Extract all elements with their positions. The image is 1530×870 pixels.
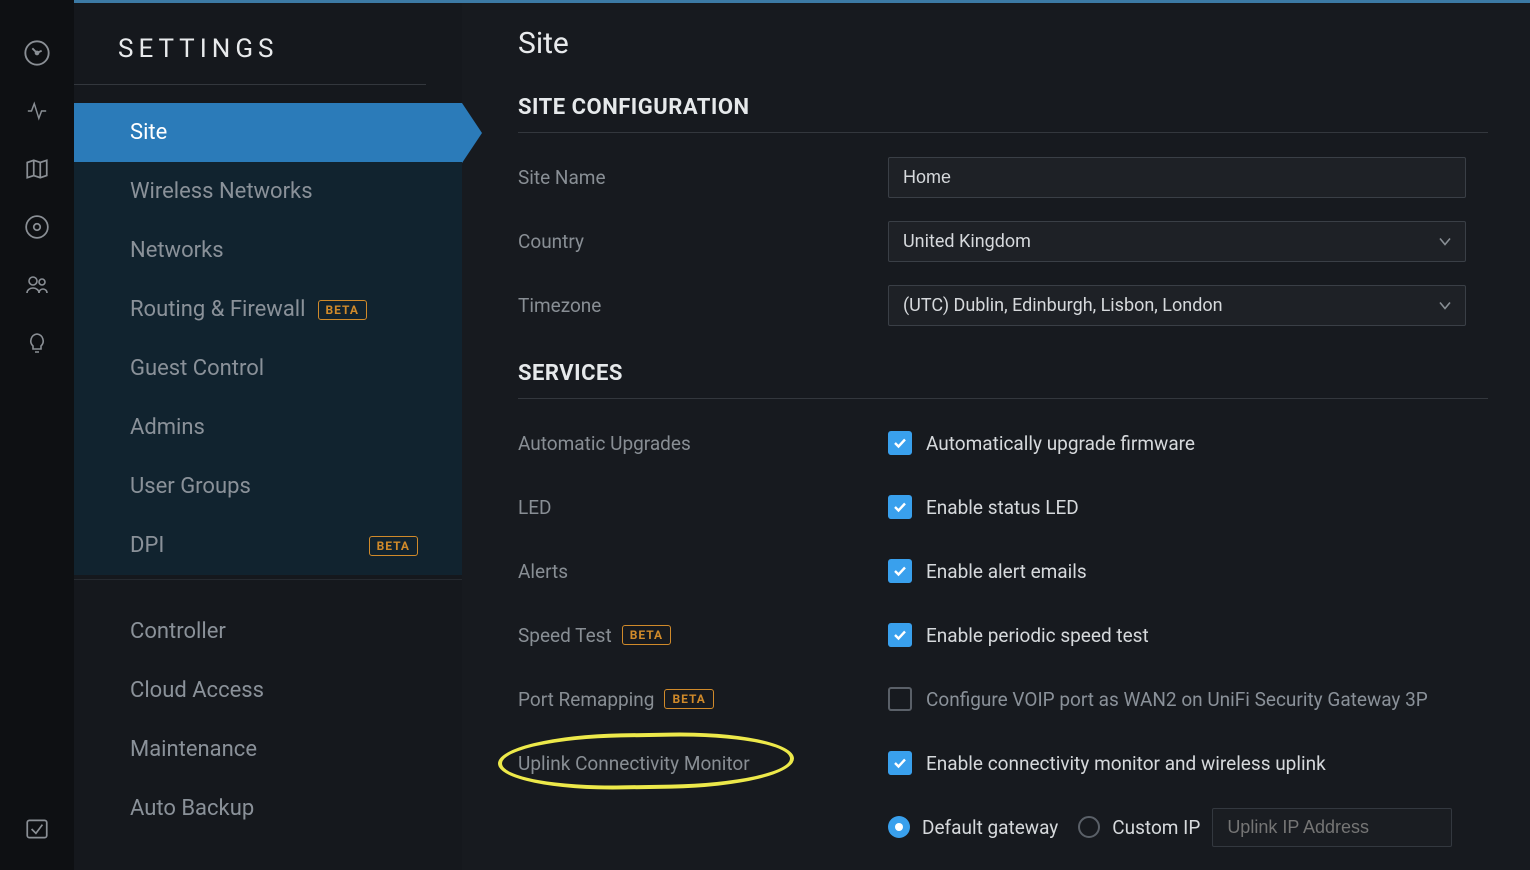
sidebar-item-wireless-networks[interactable]: Wireless Networks	[74, 162, 462, 221]
insights-icon[interactable]	[22, 328, 52, 358]
timezone-select[interactable]: (UTC) Dublin, Edinburgh, Lisbon, London	[888, 285, 1466, 326]
country-select[interactable]: United Kingdom	[888, 221, 1466, 262]
auto-upgrades-checkbox[interactable]	[888, 431, 912, 455]
label-site-name: Site Name	[518, 166, 888, 189]
alerts-label: Enable alert emails	[926, 560, 1087, 583]
sidebar-item-label: Site	[130, 120, 167, 145]
port-remapping-checkbox[interactable]	[888, 687, 912, 711]
activity-icon[interactable]	[22, 96, 52, 126]
led-checkbox[interactable]	[888, 495, 912, 519]
default-gateway-radio[interactable]	[888, 816, 910, 838]
sidebar-title: SETTINGS	[74, 34, 426, 85]
sidebar-item-dpi[interactable]: DPI BETA	[74, 516, 462, 575]
sidebar-item-label: Auto Backup	[130, 796, 254, 821]
speed-test-checkbox[interactable]	[888, 623, 912, 647]
auto-upgrades-label: Automatically upgrade firmware	[926, 432, 1195, 455]
sidebar-item-label: Routing & Firewall	[130, 297, 306, 322]
map-icon[interactable]	[22, 154, 52, 184]
beta-badge: BETA	[369, 536, 418, 556]
sidebar-item-admins[interactable]: Admins	[74, 398, 462, 457]
alerts-checkbox[interactable]	[888, 559, 912, 583]
beta-badge: BETA	[318, 300, 367, 320]
beta-badge: BETA	[622, 625, 671, 645]
port-remapping-label: Configure VOIP port as WAN2 on UniFi Sec…	[926, 688, 1428, 711]
main-content: Site SITE CONFIGURATION Site Name Countr…	[462, 0, 1530, 870]
section-title-services: SERVICES	[518, 361, 1488, 399]
sidebar-item-label: Controller	[130, 619, 226, 644]
nav-rail	[0, 0, 74, 870]
label-country: Country	[518, 230, 888, 253]
sidebar-item-label: Cloud Access	[130, 678, 264, 703]
sidebar-item-label: Guest Control	[130, 356, 264, 381]
site-name-input[interactable]	[888, 157, 1466, 198]
page-title: Site	[518, 26, 1488, 61]
sidebar-item-site[interactable]: Site	[74, 103, 462, 162]
custom-ip-radio[interactable]	[1078, 816, 1100, 838]
label-port-remapping: Port Remapping BETA	[518, 688, 888, 711]
devices-icon[interactable]	[22, 212, 52, 242]
speed-test-label: Enable periodic speed test	[926, 624, 1149, 647]
dashboard-icon[interactable]	[22, 38, 52, 68]
label-uplink-monitor: Uplink Connectivity Monitor	[518, 752, 888, 775]
sidebar-item-label: Admins	[130, 415, 205, 440]
sidebar-item-controller[interactable]: Controller	[74, 602, 462, 661]
events-icon[interactable]	[22, 814, 52, 844]
section-services: SERVICES Automatic Upgrades Automaticall…	[518, 361, 1488, 849]
label-timezone: Timezone	[518, 294, 888, 317]
uplink-monitor-label: Enable connectivity monitor and wireless…	[926, 752, 1326, 775]
section-site-configuration: SITE CONFIGURATION Site Name Country Uni…	[518, 95, 1488, 327]
sidebar-item-networks[interactable]: Networks	[74, 221, 462, 280]
sidebar-item-cloud-access[interactable]: Cloud Access	[74, 661, 462, 720]
beta-badge: BETA	[664, 689, 713, 709]
default-gateway-label: Default gateway	[922, 816, 1058, 839]
uplink-monitor-checkbox[interactable]	[888, 751, 912, 775]
label-alerts: Alerts	[518, 560, 888, 583]
sidebar-item-label: Networks	[130, 238, 224, 263]
sidebar-item-auto-backup[interactable]: Auto Backup	[74, 779, 462, 838]
sidebar-item-guest-control[interactable]: Guest Control	[74, 339, 462, 398]
section-title-config: SITE CONFIGURATION	[518, 95, 1488, 133]
label-speed-test: Speed Test BETA	[518, 624, 888, 647]
label-auto-upgrades: Automatic Upgrades	[518, 432, 888, 455]
sidebar-item-label: User Groups	[130, 474, 251, 499]
led-label: Enable status LED	[926, 496, 1079, 519]
custom-ip-label: Custom IP	[1112, 816, 1200, 839]
uplink-ip-input[interactable]	[1212, 808, 1452, 847]
clients-icon[interactable]	[22, 270, 52, 300]
sidebar-item-user-groups[interactable]: User Groups	[74, 457, 462, 516]
sidebar-item-routing-firewall[interactable]: Routing & Firewall BETA	[74, 280, 462, 339]
sidebar-item-label: Maintenance	[130, 737, 257, 762]
label-led: LED	[518, 496, 888, 519]
settings-sidebar: SETTINGS Site Wireless Networks Networks Ro…	[74, 0, 462, 870]
sidebar-item-label: DPI	[130, 533, 164, 558]
sidebar-item-label: Wireless Networks	[130, 179, 313, 204]
sidebar-item-maintenance[interactable]: Maintenance	[74, 720, 462, 779]
